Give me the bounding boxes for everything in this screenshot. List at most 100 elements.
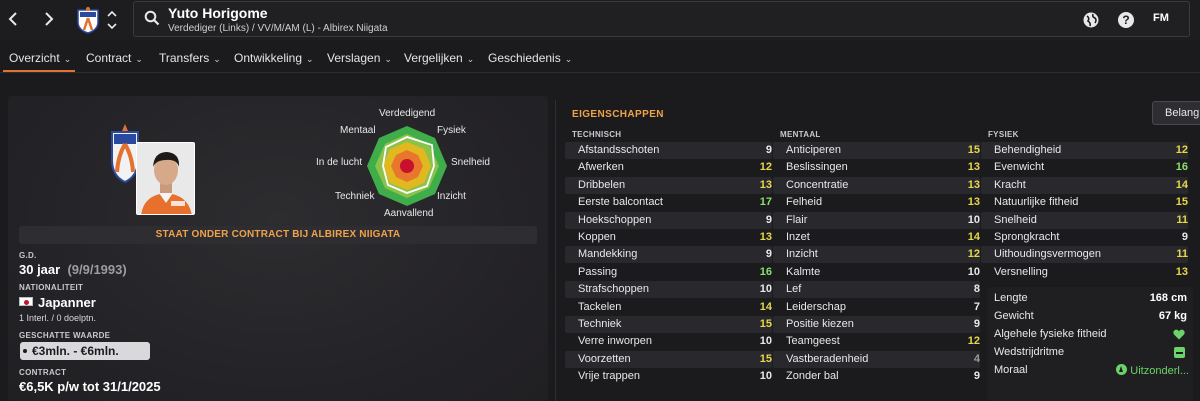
technical-attribute-row[interactable]: Afwerken 12: [565, 159, 772, 176]
mental-attribute-row[interactable]: Inzicht 12: [773, 246, 980, 264]
physical-attribute-row[interactable]: Uithoudingsvermogen 11: [981, 246, 1188, 264]
attribute-value: 14: [967, 231, 980, 243]
attribute-name: Vastberadenheid: [786, 352, 869, 365]
technical-attribute-row[interactable]: Hoekschoppen 9: [565, 211, 772, 229]
technical-attribute-row[interactable]: Eerste balcontact 17: [565, 194, 772, 211]
mental-attribute-row[interactable]: Felheid 13: [773, 194, 980, 211]
attribute-value: 10: [759, 335, 772, 348]
mental-attribute-row[interactable]: Anticiperen 15: [773, 142, 980, 159]
attribute-sort-button[interactable]: Belangrijk: [1152, 101, 1200, 125]
attribute-name: Kracht: [994, 178, 1026, 191]
mental-attribute-row[interactable]: Zonder bal 9: [773, 368, 980, 385]
fitness-row[interactable]: Algehele fysieke fitheid: [987, 326, 1193, 343]
tab-overzicht[interactable]: Overzicht ⌄: [9, 51, 71, 65]
attribute-value: 9: [973, 318, 980, 330]
attribute-name: Positie kiezen: [786, 318, 854, 330]
tab-transfers[interactable]: Transfers ⌄: [159, 51, 221, 65]
attribute-value: 11: [1176, 213, 1188, 226]
attribute-value: 13: [759, 178, 772, 191]
attribute-name: Eerste balcontact: [578, 196, 663, 209]
technical-attribute-row[interactable]: Passing 16: [565, 264, 772, 281]
attribute-name: Sprongkracht: [994, 231, 1060, 243]
help-icon[interactable]: ?: [1117, 11, 1135, 29]
attribute-name: Anticiperen: [786, 144, 842, 156]
tab-geschiedenis[interactable]: Geschiedenis ⌄: [488, 51, 572, 65]
forward-arrow-icon[interactable]: [38, 8, 60, 30]
mental-attribute-row[interactable]: Positie kiezen 9: [773, 316, 980, 333]
world-icon[interactable]: [1082, 11, 1100, 29]
contract-value[interactable]: €6,5K p/w tot 31/1/2025: [19, 379, 161, 394]
technical-attribute-row[interactable]: Afstandsschoten 9: [565, 142, 772, 159]
tab-ontwikkeling[interactable]: Ontwikkeling ⌄: [234, 51, 314, 65]
fm-logo[interactable]: FM: [1153, 12, 1169, 24]
dob-value: (9/9/1993): [67, 262, 127, 277]
attributes-title: EIGENSCHAPPEN: [572, 109, 664, 120]
attribute-value: 4: [973, 352, 980, 365]
attribute-value: 9: [1181, 231, 1188, 243]
physical-attribute-row[interactable]: Behendigheid 12: [981, 142, 1188, 159]
physical-attribute-row[interactable]: Evenwicht 16: [981, 159, 1188, 176]
up-down-icon[interactable]: [106, 8, 118, 32]
technical-attribute-row[interactable]: Verre inworpen 10: [565, 333, 772, 350]
attribute-name: Teamgeest: [786, 335, 840, 348]
attribute-name: Felheid: [786, 196, 823, 209]
attribute-value: 9: [765, 213, 772, 226]
mental-attribute-row[interactable]: Teamgeest 12: [773, 333, 980, 350]
attribute-value: 13: [1175, 265, 1188, 278]
tab-contract[interactable]: Contract ⌄: [86, 51, 143, 65]
mental-attribute-row[interactable]: Lef 8: [773, 281, 980, 299]
technical-attribute-row[interactable]: Techniek 15: [565, 316, 772, 333]
technical-attribute-row[interactable]: Strafschoppen 10: [565, 281, 772, 299]
back-arrow-icon[interactable]: [2, 8, 24, 30]
tab-verslagen[interactable]: Verslagen ⌄: [327, 51, 392, 65]
attribute-name: Uithoudingsvermogen: [994, 248, 1102, 261]
nationality-value[interactable]: Japanner: [38, 295, 96, 310]
search-box[interactable]: Yuto Horigome Verdediger (Links) / VV/M/…: [133, 1, 1190, 37]
physical-attribute-row[interactable]: Natuurlijke fitheid 15: [981, 194, 1188, 211]
morale-up-icon: [1116, 364, 1128, 375]
attribute-name: Concentratie: [786, 178, 849, 191]
radar-label-aanvallend: Aanvallend: [384, 208, 434, 219]
mental-attribute-row[interactable]: Concentratie 13: [773, 176, 980, 194]
attribute-value: 14: [759, 300, 772, 313]
weight-label: Gewicht: [994, 310, 1034, 322]
attribute-value: 13: [759, 231, 772, 243]
attribute-value: 17: [759, 196, 772, 209]
morale-value: Uitzonderl...: [1116, 364, 1189, 377]
attribute-value: 10: [967, 265, 980, 278]
physical-attribute-row[interactable]: Kracht 14: [981, 176, 1188, 194]
attribute-value: 13: [967, 196, 980, 209]
physical-attribute-row[interactable]: Snelheid 11: [981, 211, 1188, 229]
attribute-value: 15: [759, 318, 772, 330]
physical-attribute-row[interactable]: Sprongkracht 9: [981, 229, 1188, 246]
mental-attribute-row[interactable]: Beslissingen 13: [773, 159, 980, 176]
match-rhythm-label: Wedstrijdritme: [994, 346, 1065, 358]
player-photo: [136, 142, 195, 215]
attribute-name: Vrije trappen: [578, 370, 640, 383]
mental-attribute-row[interactable]: Vastberadenheid 4: [773, 350, 980, 368]
technical-attribute-row[interactable]: Voorzetten 15: [565, 350, 772, 368]
match-rhythm-row[interactable]: Wedstrijdritme: [987, 344, 1193, 361]
club-badge-icon[interactable]: [76, 6, 100, 34]
mental-attribute-row[interactable]: Inzet 14: [773, 229, 980, 246]
mental-attribute-row[interactable]: Leiderschap 7: [773, 299, 980, 316]
technical-attribute-row[interactable]: Dribbelen 13: [565, 176, 772, 194]
technical-attribute-row[interactable]: Mandekking 9: [565, 246, 772, 264]
attribute-value: 12: [967, 335, 980, 348]
attribute-value: 9: [765, 248, 772, 261]
technical-attribute-row[interactable]: Koppen 13: [565, 229, 772, 246]
estimated-value-pill[interactable]: €3mln. - €6mln.: [20, 342, 150, 360]
attribute-value: 12: [759, 161, 772, 174]
player-position-club: Verdediger (Links) / VV/M/AM (L) - Albir…: [168, 23, 388, 34]
tab-bar: Overzicht ⌄ Contract ⌄ Transfers ⌄ Ontwikke…: [0, 44, 1200, 72]
physical-attribute-row[interactable]: Versnelling 13: [981, 264, 1188, 281]
technical-attribute-row[interactable]: Vrije trappen 10: [565, 368, 772, 385]
japan-flag-icon: [19, 297, 33, 306]
nationality-label: NATIONALITEIT: [19, 283, 84, 292]
mental-attribute-row[interactable]: Flair 10: [773, 211, 980, 229]
mental-attribute-row[interactable]: Kalmte 10: [773, 264, 980, 281]
morale-row[interactable]: Moraal Uitzonderl...: [987, 362, 1193, 379]
attribute-value: 14: [1175, 178, 1188, 191]
tab-vergelijken[interactable]: Vergelijken ⌄: [404, 51, 474, 65]
technical-attribute-row[interactable]: Tackelen 14: [565, 299, 772, 316]
